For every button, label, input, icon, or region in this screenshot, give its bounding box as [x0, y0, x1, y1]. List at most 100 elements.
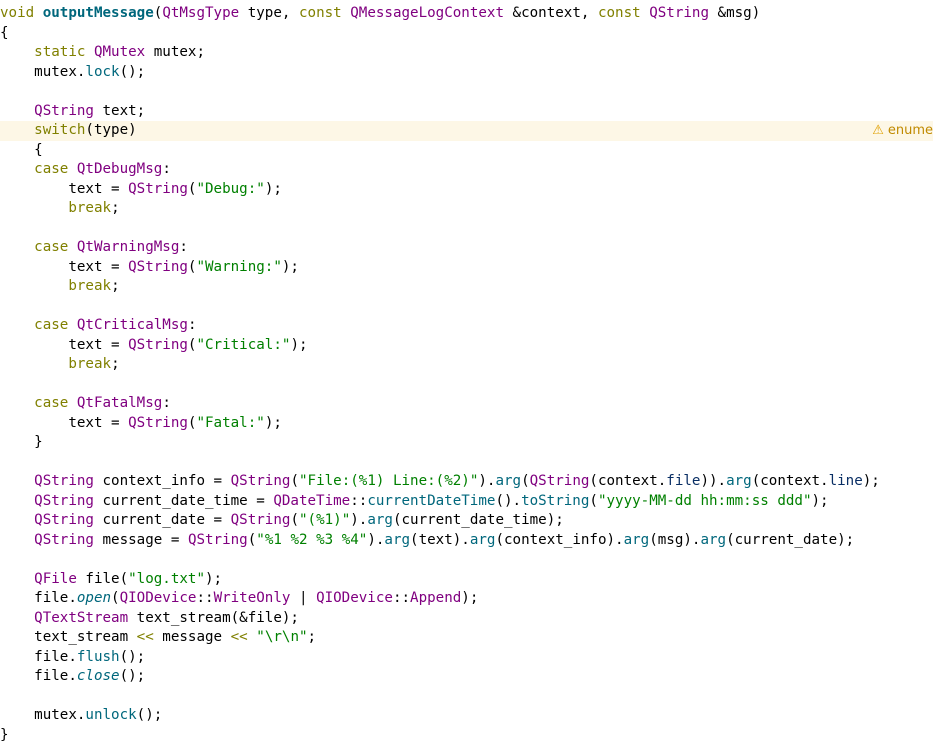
code-token: QTextStream	[34, 609, 129, 626]
code-line[interactable]: QString context_info = QString("File:(%1…	[0, 472, 933, 492]
code-token: :	[179, 239, 188, 255]
code-token: "Critical:"	[196, 336, 291, 353]
code-line[interactable]: static QMutex mutex;	[0, 43, 933, 63]
code-line[interactable]: switch(type) ⚠ enume	[0, 121, 933, 141]
code-token: case	[34, 161, 77, 177]
code-line[interactable]: text = QString("Critical:");	[0, 336, 933, 356]
code-line[interactable]: QString text;	[0, 102, 933, 122]
code-line[interactable]	[0, 687, 933, 707]
code-line[interactable]: break;	[0, 199, 933, 219]
code-token: arg	[623, 531, 650, 548]
code-token: outputMessage	[42, 5, 154, 21]
code-token: }	[0, 726, 9, 743]
code-line[interactable]	[0, 297, 933, 317]
code-token: <<	[136, 629, 154, 645]
code-token: &msg)	[709, 5, 761, 21]
code-token: |	[290, 590, 317, 606]
code-line[interactable]: {	[0, 24, 933, 44]
code-line[interactable]: QString current_date_time = QDateTime::c…	[0, 492, 933, 512]
code-line[interactable]: }	[0, 726, 933, 746]
code-token: )).	[700, 473, 727, 489]
code-token: (	[290, 512, 299, 528]
code-editor[interactable]: void outputMessage (QtMsgType type, const…	[0, 0, 933, 746]
code-token: QtCriticalMsg	[76, 317, 188, 333]
code-line[interactable]	[0, 550, 933, 570]
code-token: QString	[128, 180, 188, 197]
code-line[interactable]: case QtWarningMsg:	[0, 238, 933, 258]
code-token: open	[76, 590, 112, 606]
code-line[interactable]: void outputMessage(QtMsgType type, const…	[0, 4, 933, 24]
code-line[interactable]: file.close();	[0, 667, 933, 687]
code-token: text_stream(&file);	[128, 609, 299, 626]
code-token: flush	[76, 648, 120, 665]
code-token: void	[0, 5, 43, 21]
code-line[interactable]	[0, 82, 933, 102]
code-token: case	[34, 239, 77, 255]
code-token: QString	[230, 473, 291, 489]
code-line[interactable]: QFile file("log.txt");	[0, 570, 933, 590]
code-token: QString	[529, 473, 590, 489]
code-token: file.	[0, 668, 77, 684]
code-line[interactable]: break;	[0, 355, 933, 375]
warning-annotation[interactable]: ⚠ enume	[868, 121, 933, 141]
code-token: :	[162, 395, 171, 411]
code-line[interactable]: file.open(QIODevice::WriteOnly | QIODevi…	[0, 589, 933, 609]
code-line[interactable]: case QtCriticalMsg:	[0, 316, 933, 336]
code-line[interactable]: text = QString("Warning:");	[0, 258, 933, 278]
code-line[interactable]: QString current_date = QString("(%1)").a…	[0, 511, 933, 531]
code-line[interactable]: QTextStream text_stream(&file);	[0, 609, 933, 629]
code-line[interactable]	[0, 453, 933, 473]
code-token: ;	[111, 200, 120, 216]
code-token: WriteOnly	[213, 590, 291, 606]
code-token: QString	[128, 414, 188, 431]
code-line[interactable]: file.flush();	[0, 648, 933, 668]
code-token: );	[461, 590, 479, 606]
code-line[interactable]	[0, 375, 933, 395]
code-token: QMutex	[93, 44, 146, 60]
code-line[interactable]: text = QString("Debug:");	[0, 180, 933, 200]
code-token: QString	[230, 512, 291, 528]
code-token: "(%1)"	[298, 512, 351, 528]
code-line[interactable]: QString message = QString("%1 %2 %3 %4")…	[0, 531, 933, 551]
code-token: "Debug:"	[196, 180, 265, 197]
code-token: QString	[187, 531, 248, 548]
code-token: current_date_time =	[93, 492, 274, 509]
code-token: (text).	[410, 531, 470, 548]
code-token: break	[68, 356, 112, 372]
code-token: switch	[34, 122, 86, 138]
code-token: unlock	[85, 707, 137, 723]
code-token: arg	[367, 512, 393, 528]
code-token: QIODevice	[119, 590, 197, 606]
code-line[interactable]: break;	[0, 277, 933, 297]
code-line[interactable]: {	[0, 141, 933, 161]
code-line[interactable]: text = QString("Fatal:");	[0, 414, 933, 434]
code-line[interactable]: text_stream << message << "\r\n";	[0, 628, 933, 648]
code-token: QtWarningMsg	[76, 239, 180, 255]
code-token: text =	[0, 414, 129, 431]
code-token: ().	[495, 492, 522, 509]
code-line[interactable]: mutex.unlock();	[0, 706, 933, 726]
code-token: mutex.	[0, 707, 86, 723]
code-token: file.	[0, 590, 77, 606]
code-token: );	[281, 258, 299, 275]
code-line[interactable]: }	[0, 433, 933, 453]
code-token: (	[521, 473, 530, 489]
code-token: );	[264, 414, 282, 431]
code-token: );	[862, 473, 880, 489]
code-line[interactable]	[0, 219, 933, 239]
code-token: QString	[34, 492, 94, 509]
code-line[interactable]: mutex.lock();	[0, 63, 933, 83]
code-token: (	[589, 492, 598, 509]
code-token: QtDebugMsg	[76, 161, 163, 177]
code-token: break	[68, 200, 112, 216]
code-line[interactable]: case QtDebugMsg:	[0, 160, 933, 180]
code-line[interactable]: case QtFatalMsg:	[0, 394, 933, 414]
